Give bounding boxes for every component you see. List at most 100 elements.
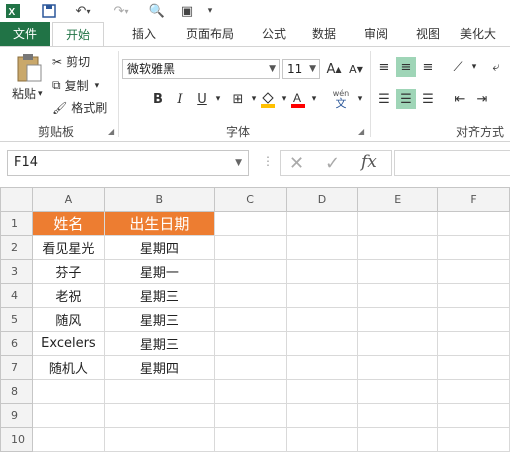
- cell[interactable]: [31, 427, 105, 452]
- cell[interactable]: [213, 379, 287, 404]
- select-all-corner[interactable]: [0, 187, 33, 212]
- font-name-select[interactable]: 微软雅黑 ▼: [122, 59, 280, 79]
- dialog-launcher-icon[interactable]: ◢: [108, 127, 114, 136]
- cell-b6[interactable]: 星期三: [103, 331, 215, 356]
- cell-a4[interactable]: 老祝: [31, 283, 105, 308]
- cell[interactable]: [437, 235, 510, 260]
- cell[interactable]: [285, 355, 359, 380]
- align-right-icon[interactable]: ☰: [418, 89, 438, 109]
- row-header[interactable]: 5: [0, 307, 33, 332]
- undo-icon[interactable]: ↶ ▾: [70, 2, 96, 20]
- cell[interactable]: [357, 235, 439, 260]
- cell-b3[interactable]: 星期一: [103, 259, 215, 284]
- cell[interactable]: [213, 427, 287, 452]
- cell[interactable]: [213, 211, 287, 236]
- cell[interactable]: [437, 307, 510, 332]
- enter-icon[interactable]: ✓: [325, 153, 340, 174]
- align-bottom-icon[interactable]: ≡: [418, 57, 438, 77]
- cancel-icon[interactable]: ✕: [289, 153, 304, 174]
- cell[interactable]: [357, 211, 439, 236]
- align-left-icon[interactable]: ☰: [374, 89, 394, 109]
- italic-button[interactable]: I: [170, 89, 190, 109]
- cell[interactable]: [437, 403, 510, 428]
- cell-a6[interactable]: Excelers: [31, 331, 105, 356]
- cell-b5[interactable]: 星期三: [103, 307, 215, 332]
- cell-a5[interactable]: 随风: [31, 307, 105, 332]
- row-header[interactable]: 7: [0, 355, 33, 380]
- name-box[interactable]: F14 ▼: [7, 150, 249, 176]
- column-header[interactable]: C: [213, 187, 287, 212]
- tab-formulas[interactable]: 公式: [254, 22, 294, 46]
- cell[interactable]: [437, 283, 510, 308]
- phonetic-guide-button[interactable]: wén 文: [330, 87, 352, 111]
- dialog-launcher-icon[interactable]: ◢: [358, 127, 364, 136]
- cell[interactable]: [285, 259, 359, 284]
- wrap-text-icon[interactable]: ⤶: [486, 57, 506, 77]
- font-size-select[interactable]: 11 ▼: [282, 59, 320, 79]
- row-header[interactable]: 2: [0, 235, 33, 260]
- align-center-icon[interactable]: ☰: [396, 89, 416, 109]
- chevron-down-icon[interactable]: ▾: [350, 89, 370, 109]
- cell[interactable]: [357, 307, 439, 332]
- camera-icon[interactable]: ▣: [178, 2, 196, 20]
- cell[interactable]: [437, 259, 510, 284]
- cell[interactable]: [437, 379, 510, 404]
- increase-indent-icon[interactable]: ⇥: [472, 89, 492, 109]
- cell[interactable]: [357, 283, 439, 308]
- tab-home[interactable]: 开始: [52, 22, 104, 47]
- cell[interactable]: [213, 307, 287, 332]
- row-header[interactable]: 8: [0, 379, 33, 404]
- tab-view[interactable]: 视图: [408, 22, 448, 46]
- row-header[interactable]: 9: [0, 403, 33, 428]
- row-header[interactable]: 4: [0, 283, 33, 308]
- cell[interactable]: [285, 235, 359, 260]
- cell-a7[interactable]: 随机人: [31, 355, 105, 380]
- cell[interactable]: [285, 307, 359, 332]
- cell[interactable]: [103, 379, 215, 404]
- tab-review[interactable]: 审阅: [356, 22, 396, 46]
- cell[interactable]: [103, 427, 215, 452]
- column-header[interactable]: D: [285, 187, 359, 212]
- row-header[interactable]: 6: [0, 331, 33, 356]
- cell[interactable]: [357, 427, 439, 452]
- customize-qat-icon[interactable]: ▾: [204, 2, 216, 20]
- decrease-font-size-icon[interactable]: A ▼: [346, 59, 366, 79]
- redo-icon[interactable]: ↷ ▾: [108, 2, 134, 20]
- cell[interactable]: [213, 355, 287, 380]
- row-header[interactable]: 10: [0, 427, 33, 452]
- cell-a3[interactable]: 芬子: [31, 259, 105, 284]
- cell[interactable]: [437, 331, 510, 356]
- chevron-down-icon[interactable]: ▾: [208, 89, 228, 109]
- cell[interactable]: [213, 283, 287, 308]
- cell[interactable]: [285, 427, 359, 452]
- cell[interactable]: [31, 403, 105, 428]
- column-header[interactable]: B: [103, 187, 215, 212]
- print-preview-icon[interactable]: 🔍: [148, 2, 166, 20]
- cell[interactable]: [285, 403, 359, 428]
- decrease-indent-icon[interactable]: ⇤: [450, 89, 470, 109]
- column-header[interactable]: F: [437, 187, 510, 212]
- increase-font-size-icon[interactable]: A ▲: [324, 59, 344, 79]
- cell[interactable]: [357, 355, 439, 380]
- clipboard-icon[interactable]: [14, 53, 44, 83]
- tab-insert[interactable]: 插入: [122, 22, 166, 46]
- chevron-down-icon[interactable]: ▾: [464, 57, 484, 77]
- cell[interactable]: [437, 427, 510, 452]
- cell-a2[interactable]: 看见星光: [31, 235, 105, 260]
- format-painter-button[interactable]: 🖌 格式刷: [52, 99, 107, 116]
- formula-input[interactable]: [394, 150, 510, 176]
- cell[interactable]: [213, 403, 287, 428]
- chevron-down-icon[interactable]: ▾: [304, 89, 324, 109]
- insert-function-button[interactable]: fx: [361, 152, 377, 172]
- cell-b4[interactable]: 星期三: [103, 283, 215, 308]
- cell-b1[interactable]: 出生日期: [103, 211, 215, 236]
- copy-button[interactable]: ⧉ 复制 ▾: [52, 77, 99, 94]
- cell-b2[interactable]: 星期四: [103, 235, 215, 260]
- cell-b7[interactable]: 星期四: [103, 355, 215, 380]
- save-icon[interactable]: [40, 2, 58, 20]
- cell[interactable]: [357, 331, 439, 356]
- cell[interactable]: [357, 259, 439, 284]
- bold-button[interactable]: B: [148, 89, 168, 109]
- cell[interactable]: [31, 379, 105, 404]
- cell[interactable]: [285, 331, 359, 356]
